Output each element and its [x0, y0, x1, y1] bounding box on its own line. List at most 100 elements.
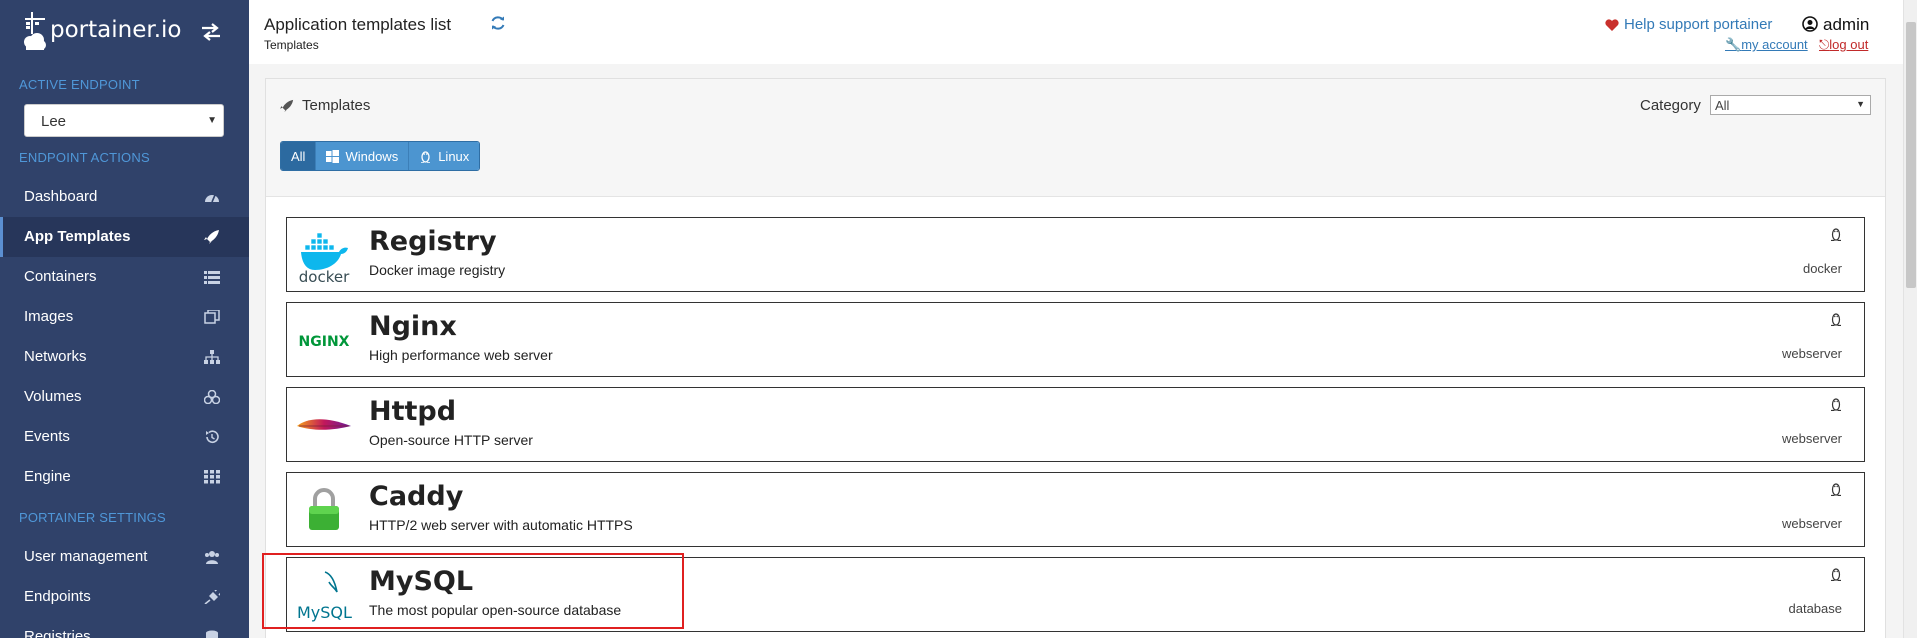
sidebar-item-endpoints[interactable]: Endpoints — [0, 577, 249, 617]
portainer-logo-icon — [24, 12, 46, 50]
linux-icon — [1831, 483, 1841, 496]
linux-icon — [421, 150, 431, 163]
template-card-caddy[interactable]: Caddy HTTP/2 web server with automatic H… — [286, 472, 1865, 547]
sidebar-item-label: Engine — [24, 468, 71, 485]
filter-linux-button[interactable]: Linux — [409, 142, 480, 170]
endpoint-actions-title: ENDPOINT ACTIONS — [19, 150, 150, 165]
sitemap-icon — [204, 350, 220, 364]
dashboard-icon — [205, 194, 219, 203]
template-category: webserver — [1782, 516, 1842, 531]
help-support-link[interactable]: Help support portainer — [1624, 16, 1772, 33]
sidebar-item-label: Containers — [24, 268, 97, 285]
sidebar-item-images[interactable]: Images — [0, 297, 249, 337]
template-category: webserver — [1782, 346, 1842, 361]
users-icon — [205, 551, 219, 564]
database-icon — [206, 630, 218, 638]
sidebar-item-label: Registries — [24, 628, 91, 638]
page-title: Application templates list — [264, 15, 452, 34]
sidebar-item-label: Dashboard — [24, 188, 98, 205]
breadcrumb: Templates — [264, 38, 319, 52]
sidebar-item-label: Images — [24, 308, 74, 325]
apache-feather-logo — [297, 419, 351, 430]
padlock-logo — [309, 488, 339, 530]
endpoint-select[interactable]: Lee ▼ — [24, 104, 224, 137]
linux-icon — [1831, 228, 1841, 241]
brand[interactable]: portainer.io — [0, 0, 249, 62]
template-description: Docker image registry — [369, 262, 506, 278]
nginx-logo-text: NGINX — [299, 334, 350, 350]
category-select[interactable]: All ▼ — [1710, 95, 1871, 115]
grid-icon — [204, 470, 220, 484]
template-title: Registry — [369, 226, 497, 257]
sidebar-item-label: Volumes — [24, 388, 82, 405]
chevron-down-icon: ▼ — [1856, 99, 1865, 109]
template-title: Httpd — [369, 396, 457, 427]
heart-icon — [1605, 19, 1619, 31]
sidebar: portainer.io ACTIVE ENDPOINT Lee ▼ ENDPO… — [0, 0, 249, 638]
sidebar-item-networks[interactable]: Networks — [0, 337, 249, 377]
filter-windows-button[interactable]: Windows — [316, 142, 410, 170]
my-account-link[interactable]: 🔧my account — [1725, 37, 1808, 53]
user-circle-icon — [1802, 16, 1818, 32]
template-title: Nginx — [369, 311, 457, 342]
sidebar-item-label: Endpoints — [24, 588, 91, 605]
sidebar-item-dashboard[interactable]: Dashboard — [0, 177, 249, 217]
cubes-icon — [204, 390, 220, 404]
filter-all-button[interactable]: All — [281, 142, 317, 170]
category-value: All — [1715, 98, 1730, 113]
my-account-label: my account — [1741, 37, 1808, 52]
panel-title: Templates — [302, 97, 371, 114]
portainer-settings-title: PORTAINER SETTINGS — [19, 510, 166, 525]
active-endpoint-title: ACTIVE ENDPOINT — [19, 77, 140, 92]
wrench-icon: 🔧 — [1725, 37, 1742, 52]
linux-icon — [1831, 313, 1841, 326]
log-out-label: log out — [1829, 37, 1869, 52]
endpoint-value: Lee — [41, 113, 67, 130]
sidebar-item-label: Networks — [24, 348, 87, 365]
sidebar-item-label: Events — [24, 428, 70, 445]
sign-out-icon: ⎋ — [1819, 37, 1830, 52]
category-label: Category — [1640, 97, 1701, 114]
rocket-icon — [204, 230, 219, 244]
linux-icon — [1831, 568, 1841, 581]
sidebar-item-registries[interactable]: Registries — [0, 617, 249, 638]
chevron-down-icon: ▼ — [207, 115, 217, 126]
template-card-nginx[interactable]: NGINX Nginx High performance web server … — [286, 302, 1865, 377]
filter-label: Linux — [438, 148, 470, 164]
template-category: docker — [1802, 261, 1842, 276]
template-title: Caddy — [369, 481, 464, 512]
windows-icon — [326, 149, 340, 163]
scrollbar[interactable] — [1903, 0, 1917, 638]
list-icon — [204, 271, 220, 284]
linux-icon — [1831, 398, 1841, 411]
sidebar-item-app-templates[interactable]: App Templates — [0, 217, 249, 257]
nginx-logo: NGINX — [299, 334, 350, 350]
docker-logo-text: docker — [299, 268, 350, 284]
sidebar-item-volumes[interactable]: Volumes — [0, 377, 249, 417]
toggle-sidebar-icon[interactable] — [200, 22, 222, 42]
template-card-httpd[interactable]: Httpd Open-source HTTP server webserver — [286, 387, 1865, 462]
scrollbar-thumb[interactable] — [1906, 22, 1916, 288]
template-card-registry[interactable]: docker Registry Docker image registry do… — [286, 217, 1865, 292]
plug-icon — [204, 590, 220, 604]
sidebar-item-engine[interactable]: Engine — [0, 457, 249, 497]
docker-logo: docker — [299, 232, 350, 284]
template-description: High performance web server — [369, 347, 553, 363]
template-description: Open-source HTTP server — [369, 432, 533, 448]
sidebar-item-events[interactable]: Events — [0, 417, 249, 457]
highlight-box — [262, 553, 684, 629]
template-category: database — [1788, 601, 1843, 616]
sidebar-item-label: User management — [24, 548, 148, 565]
sidebar-item-containers[interactable]: Containers — [0, 257, 249, 297]
filter-label: All — [291, 148, 306, 164]
rocket-icon — [280, 99, 294, 113]
log-out-link[interactable]: ⎋log out — [1819, 37, 1868, 53]
history-icon — [206, 430, 219, 443]
username: admin — [1823, 15, 1870, 34]
brand-name: portainer.io — [50, 17, 182, 43]
top-header: Application templates list Templates Hel… — [249, 0, 1917, 64]
filter-label: Windows — [345, 148, 399, 164]
sidebar-item-user-management[interactable]: User management — [0, 537, 249, 577]
refresh-icon[interactable] — [490, 15, 506, 31]
panel-header: Templates Category All ▼ All Windows Lin… — [266, 79, 1885, 197]
